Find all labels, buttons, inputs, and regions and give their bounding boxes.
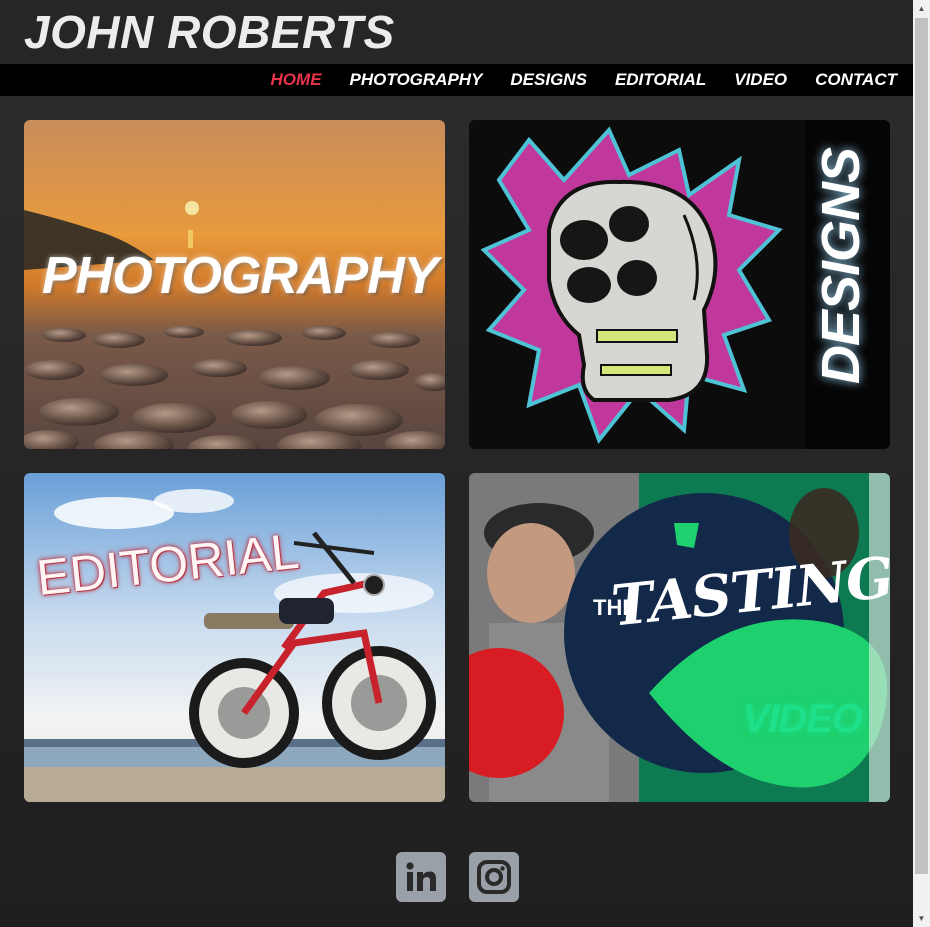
scrollbar-thumb[interactable] — [915, 18, 928, 874]
nav-contact[interactable]: CONTACT — [815, 70, 897, 90]
designs-tile-label: DESIGNS — [811, 148, 871, 385]
nav-editorial[interactable]: EDITORIAL — [615, 70, 706, 90]
red-ebike-beach-image — [24, 473, 445, 802]
scroll-down-icon[interactable]: ▼ — [913, 910, 930, 927]
instagram-icon — [477, 860, 511, 894]
video-tile-label: VIDEO — [742, 697, 863, 741]
photography-tile-label: PHOTOGRAPHY — [42, 247, 438, 305]
linkedin-icon — [406, 862, 436, 891]
photography-tile[interactable]: PHOTOGRAPHY — [24, 120, 445, 449]
site-header: JOHN ROBERTS — [0, 0, 913, 64]
linkedin-link[interactable] — [396, 852, 446, 902]
social-links — [396, 852, 519, 902]
page: JOHN ROBERTS HOME PHOTOGRAPHY DESIGNS ED… — [0, 0, 913, 927]
site-title[interactable]: JOHN ROBERTS — [24, 6, 395, 58]
instagram-link[interactable] — [469, 852, 519, 902]
video-tile[interactable]: THE TASTING VIDEO — [469, 473, 890, 802]
the-tasting-video-thumbnail-image — [469, 473, 890, 802]
editorial-tile[interactable]: EDITORIAL — [24, 473, 445, 802]
nav-video[interactable]: VIDEO — [734, 70, 787, 90]
main-nav: HOME PHOTOGRAPHY DESIGNS EDITORIAL VIDEO… — [0, 64, 913, 96]
nav-photography[interactable]: PHOTOGRAPHY — [350, 70, 483, 90]
nav-home[interactable]: HOME — [271, 70, 322, 90]
designs-tile[interactable]: DESIGNS — [469, 120, 890, 449]
scroll-up-icon[interactable]: ▲ — [913, 0, 930, 17]
nav-designs[interactable]: DESIGNS — [510, 70, 587, 90]
vertical-scrollbar[interactable]: ▲ ▼ — [913, 0, 930, 927]
